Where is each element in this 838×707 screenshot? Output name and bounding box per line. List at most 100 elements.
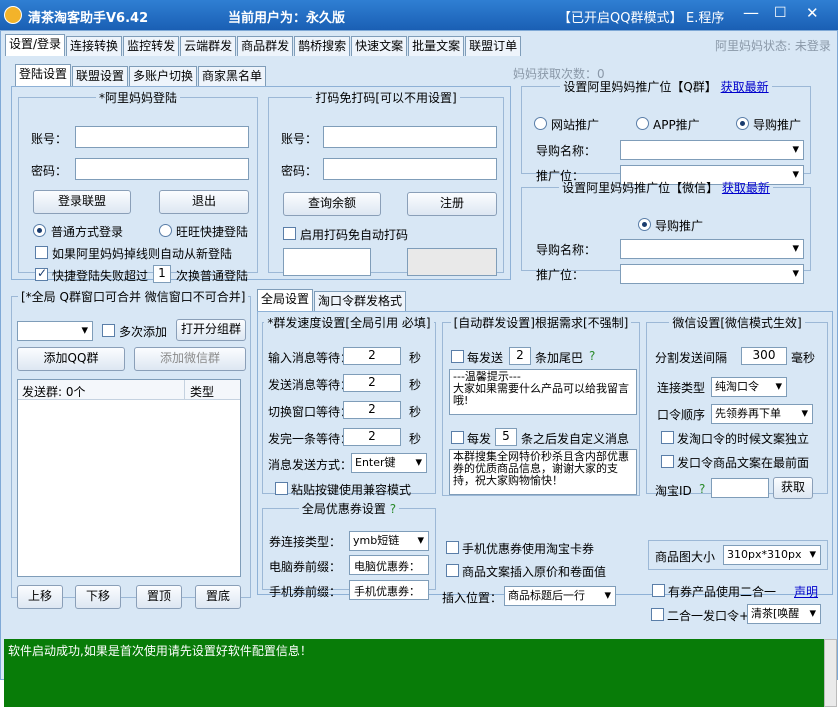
tab-queqiao-search[interactable]: 鹊桥搜索 [294, 36, 351, 56]
order-select[interactable]: 先领券再下单 [711, 404, 813, 424]
input-wait-input[interactable]: 2 [343, 347, 401, 365]
send-mode-select[interactable]: Enter键 [351, 453, 427, 473]
radio-wx-guide-promo[interactable] [638, 218, 651, 231]
move-top-button[interactable]: 置顶 [136, 585, 182, 609]
wx-position-select[interactable] [620, 264, 804, 284]
every-send-checkbox[interactable] [451, 350, 464, 363]
tab-cloud-broadcast[interactable]: 云端群发 [180, 36, 237, 56]
promo-qq-refresh-link[interactable]: 获取最新 [721, 80, 769, 94]
tab-alliance-settings[interactable]: 联盟设置 [72, 66, 129, 86]
interval-input[interactable]: 300 [741, 347, 787, 365]
password-input[interactable] [75, 158, 249, 180]
mobile-card-checkbox[interactable] [446, 541, 459, 554]
custom-send-count-input[interactable]: 5 [495, 428, 517, 446]
tab-quick-copy[interactable]: 快速文案 [351, 36, 408, 56]
cb-text-first-checkbox[interactable] [661, 455, 674, 468]
two-in-one-checkbox[interactable] [652, 584, 665, 597]
tab-link-convert[interactable]: 连接转换 [66, 36, 123, 56]
close-button[interactable]: ✕ [806, 4, 819, 22]
radio-wangwang-login-label: 旺旺快捷登陆 [176, 225, 249, 239]
taobao-id-help-icon[interactable]: ? [699, 482, 705, 496]
login-alliance-button[interactable]: 登录联盟 [33, 190, 131, 214]
paste-compat-checkbox[interactable] [275, 482, 288, 495]
mobile-prefix-input[interactable]: 手机优惠券： [349, 580, 429, 600]
custom-send-checkbox[interactable] [451, 431, 464, 444]
open-group-tree-button[interactable]: 打开分组群 [176, 319, 246, 341]
move-bottom-button[interactable]: 置底 [195, 585, 241, 609]
add-qq-group-button[interactable]: 添加QQ群 [17, 347, 125, 371]
price-insert-checkbox[interactable] [446, 564, 459, 577]
alimama-status: 阿里妈妈状态: 未登录 [715, 39, 831, 53]
auto-relogin-label: 如果阿里妈妈掉线则自动从新登陆 [52, 247, 233, 261]
move-up-button[interactable]: 上移 [17, 585, 63, 609]
promo-wx-refresh-link[interactable]: 获取最新 [722, 181, 770, 195]
account-input[interactable] [75, 126, 249, 148]
coupon-help-icon[interactable]: ? [390, 502, 396, 516]
send-wait-input[interactable]: 2 [343, 374, 401, 392]
tail-text-area[interactable]: ---温馨提示--- 大家如果需要什么产品可以给我留言哦! [449, 369, 637, 415]
group-category-select[interactable] [17, 321, 93, 341]
col-type[interactable]: 类型 [190, 383, 214, 400]
radio-site-promo[interactable] [534, 117, 547, 130]
img-size-select[interactable]: 310px*310px [723, 545, 821, 565]
radio-wangwang-login[interactable] [159, 224, 172, 237]
dama-password-input[interactable] [323, 158, 497, 180]
cb-time-text-checkbox[interactable] [661, 431, 674, 444]
custom-text-area[interactable]: 本群搜集全网特价秒杀且含内部优惠券的优质商品信息，谢谢大家的支持，祝大家购物愉快… [449, 449, 637, 495]
tab-alliance-orders[interactable]: 联盟订单 [465, 36, 522, 56]
tab-global-settings[interactable]: 全局设置 [257, 289, 314, 311]
tab-merchant-blacklist[interactable]: 商家黑名单 [198, 66, 267, 86]
every-send-count-input[interactable]: 2 [509, 347, 531, 365]
promo-qq-group: 设置阿里妈妈推广位【Q群】 获取最新 网站推广 APP推广 导购推广 导购名称：… [521, 78, 811, 185]
radio-normal-login[interactable] [33, 224, 46, 237]
captcha-input[interactable] [283, 248, 371, 276]
tab-batch-copy[interactable]: 批量文案 [408, 36, 465, 56]
radio-app-promo[interactable] [636, 117, 649, 130]
after-send-wait-input[interactable]: 2 [343, 428, 401, 446]
tab-login-settings[interactable]: 登陆设置 [15, 64, 72, 86]
program-menu[interactable]: E.程序 [686, 7, 724, 26]
switch-wait-input[interactable]: 2 [343, 401, 401, 419]
coupon-type-select[interactable]: ymb短链 [349, 531, 429, 551]
link-type-select[interactable]: 纯淘口令 [711, 377, 787, 397]
minimize-button[interactable]: — [743, 3, 759, 22]
coupon-legend: 全局优惠券设置 ? [301, 502, 397, 516]
multi-add-checkbox[interactable] [102, 324, 115, 337]
fetch-taobao-id-button[interactable]: 获取 [773, 477, 813, 499]
statement-link[interactable]: 声明 [794, 583, 818, 600]
auto-dama-checkbox[interactable] [283, 227, 296, 240]
every-send-help-icon[interactable]: ? [589, 349, 595, 363]
dama-account-input[interactable] [323, 126, 497, 148]
logout-button[interactable]: 退出 [159, 190, 249, 214]
col-send-group[interactable]: 发送群: 0个 [22, 383, 86, 400]
every-send-post-label: 条加尾巴 [535, 351, 584, 365]
interval-unit: 毫秒 [791, 351, 816, 365]
add-wechat-group-button[interactable]: 添加微信群 [134, 347, 246, 371]
fast-fail-count-input[interactable]: 1 [153, 265, 171, 283]
tab-settings-login[interactable]: 设置/登录 [5, 34, 66, 56]
radio-guide-promo[interactable] [736, 117, 749, 130]
tab-multi-account[interactable]: 多账户切换 [129, 66, 198, 86]
two-in-one-send-checkbox[interactable] [651, 608, 664, 621]
two-in-one-select[interactable]: 清茶[唤醒 [747, 604, 821, 624]
taobao-id-label: 淘宝ID [655, 484, 692, 498]
wx-guide-name-select[interactable] [620, 239, 804, 259]
status-log[interactable]: 软件启动成功,如果是首次使用请先设置好软件配置信息！ [4, 639, 824, 707]
pc-prefix-input[interactable]: 电脑优惠券： [349, 555, 429, 575]
query-balance-button[interactable]: 查询余额 [283, 192, 381, 216]
status-scrollbar[interactable] [824, 639, 837, 707]
wechat-settings-group: 微信设置[微信模式生效] 分割发送间隔 300 毫秒 连接类型 纯淘口令 口令顺… [646, 314, 828, 499]
tab-monitor-forward[interactable]: 监控转发 [123, 36, 180, 56]
group-list-table[interactable]: 发送群: 0个 类型 [17, 379, 241, 577]
tab-taokouling-format[interactable]: 淘口令群发格式 [314, 291, 407, 311]
register-button[interactable]: 注册 [407, 192, 497, 216]
tab-product-broadcast[interactable]: 商品群发 [237, 36, 294, 56]
taobao-id-input[interactable] [711, 478, 769, 498]
insert-pos-select[interactable]: 商品标题后一行 [504, 586, 616, 606]
promo-qq-legend: 设置阿里妈妈推广位【Q群】 获取最新 [563, 80, 769, 94]
fast-fail-checkbox[interactable] [35, 266, 48, 281]
qq-guide-name-select[interactable] [620, 140, 804, 160]
move-down-button[interactable]: 下移 [75, 585, 121, 609]
auto-relogin-checkbox[interactable] [35, 246, 48, 259]
maximize-button[interactable]: ☐ [774, 5, 787, 21]
